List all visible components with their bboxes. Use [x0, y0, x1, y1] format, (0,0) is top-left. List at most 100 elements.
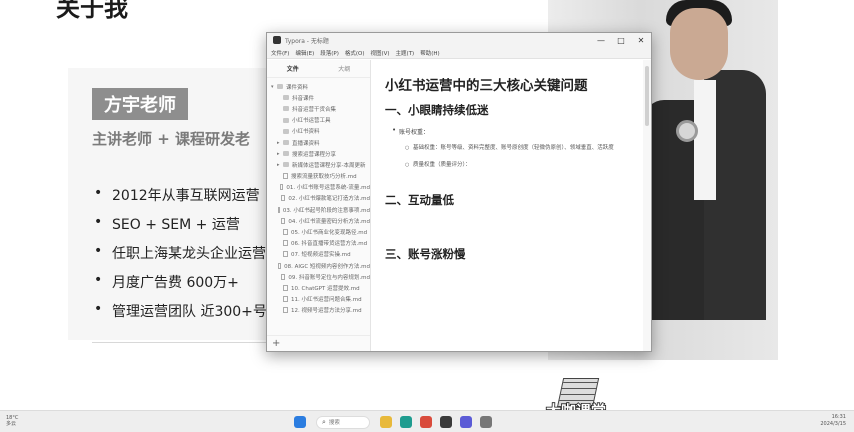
file-tree-item[interactable]: 抖音课件 [267, 92, 370, 103]
typora-app-icon [273, 36, 281, 44]
file-tree-label: 07. 短视频运营实操.md [291, 252, 351, 259]
file-tree-item[interactable]: 小红书运营工具 [267, 115, 370, 126]
editor-scrollbar[interactable] [643, 60, 651, 351]
folder-icon [283, 106, 289, 112]
file-tree-label: 10. ChatGPT 运营提效.md [291, 285, 360, 292]
file-tree-item[interactable]: 10. ChatGPT 运营提效.md [267, 282, 370, 293]
tab-files[interactable]: 文件 [267, 64, 319, 73]
file-tree-label: 搜索流量获取技巧分析.md [291, 174, 357, 181]
file-tree-label: 抖音运营干货合集 [292, 106, 337, 113]
search-placeholder: 搜索 [328, 420, 340, 426]
bullet-item: 2012年从事互联网运营 [92, 185, 267, 214]
file-tree-label: 11. 小红书运营问题合集.md [291, 297, 362, 304]
bullet-item: 月度广告费 600万+ [92, 272, 267, 301]
file-tree-item[interactable]: 12. 视频号运营方法分享.md [267, 305, 370, 316]
file-tree-item[interactable]: 搜索流量获取技巧分析.md [267, 171, 370, 182]
file-tree-item[interactable]: 02. 小红书爆款笔记打造方法.md [267, 193, 370, 204]
folder-icon [277, 84, 283, 90]
speaker-name-badge: 方宇老师 [92, 88, 188, 120]
scrollbar-thumb[interactable] [645, 66, 649, 126]
minimize-button[interactable]: — [591, 33, 611, 47]
add-file-icon[interactable]: + [272, 338, 280, 349]
file-tree-label: 05. 小红书商业化变现路径.md [291, 230, 368, 237]
file-tree-item[interactable]: ▸ 直播课资料 [267, 137, 370, 148]
weather-desc: 多云 [6, 421, 17, 427]
menu-paragraph[interactable]: 段落(P) [320, 49, 339, 57]
typora-window[interactable]: Typora - 无标题 — □ ✕ 文件(F) 编辑(E) 段落(P) 格式(… [266, 32, 652, 352]
tab-outline[interactable]: 大纲 [319, 64, 371, 73]
menu-view[interactable]: 视图(V) [370, 49, 389, 57]
taskbar-apps: ⌕ 搜索 [290, 413, 496, 431]
file-tree-item[interactable]: 08. AIGC 短视频内容创作方法.md [267, 260, 370, 271]
chrome-browser-icon[interactable] [420, 416, 432, 428]
speaker-bullet-list: 2012年从事互联网运营 SEO + SEM + 运营 任职上海某龙头企业运营 … [92, 185, 267, 330]
document-icon [283, 229, 288, 236]
file-tree-item[interactable]: 01. 小红书账号运营系统-流量.md [267, 182, 370, 193]
file-tree-item[interactable]: 03. 小红书起号阶段的注意事项.md [267, 204, 370, 215]
file-tree-item[interactable]: 11. 小红书运营问题合集.md [267, 294, 370, 305]
menu-file[interactable]: 文件(F) [271, 49, 289, 57]
file-tree-label: 04. 小红书流量密码分析方法.md [288, 218, 370, 225]
document-title[interactable]: 小红书运营中的三大核心关键问题 [385, 74, 633, 94]
section-heading[interactable]: 二、互动量低 [385, 192, 633, 208]
document-icon [278, 262, 282, 269]
file-sidebar: 文件 大纲 ▾ 课件资料抖音课件抖音运营干货合集 小红书运营工具 小红书资料 ▸ 直播课资… [267, 60, 371, 351]
file-tree-item[interactable]: 06. 抖音直播带货运营方法.md [267, 238, 370, 249]
clock-date: 2024/3/15 [820, 421, 846, 427]
menu-help[interactable]: 帮助(H) [420, 49, 439, 57]
markdown-editor[interactable]: 小红书运营中的三大核心关键问题 一、小眼睛持续低迷 账号权重： 基础权重：账号等… [371, 60, 643, 351]
document-icon [281, 273, 286, 280]
slide-heading: 关于我 [56, 0, 128, 22]
list-item[interactable]: 账号权重： [392, 126, 633, 136]
folder-icon [283, 162, 289, 168]
search-icon: ⌕ [322, 417, 326, 426]
document-icon [277, 206, 280, 213]
document-icon [283, 284, 288, 291]
folder-icon [283, 128, 289, 134]
section-heading[interactable]: 一、小眼睛持续低迷 [385, 102, 633, 118]
document-icon [283, 251, 288, 258]
taskbar-search[interactable]: ⌕ 搜索 [316, 415, 370, 429]
file-tree-label: 06. 抖音直播带货运营方法.md [291, 241, 368, 248]
file-tree-label: 直播课资料 [292, 140, 320, 147]
file-tree-label: 12. 视频号运营方法分享.md [291, 308, 362, 315]
file-tree-label: 03. 小红书起号阶段的注意事项.md [282, 207, 370, 214]
file-tree-item[interactable]: 05. 小红书商业化变现路径.md [267, 226, 370, 237]
file-tree-item[interactable]: 09. 抖音账号定位与内容规划.md [267, 271, 370, 282]
windows-taskbar: 18°C 多云 ⌕ 搜索 16:31 2024/3/15 [0, 410, 854, 432]
weather-widget[interactable]: 18°C 多云 [6, 415, 18, 427]
edge-browser-icon[interactable] [400, 416, 412, 428]
menu-bar: 文件(F) 编辑(E) 段落(P) 格式(O) 视图(V) 主题(T) 帮助(H… [267, 47, 651, 59]
video-app-icon[interactable] [460, 416, 472, 428]
typora-icon[interactable] [440, 416, 452, 428]
menu-edit[interactable]: 编辑(E) [295, 49, 314, 57]
menu-theme[interactable]: 主题(T) [396, 49, 415, 57]
file-tree-item[interactable]: 04. 小红书流量密码分析方法.md [267, 215, 370, 226]
window-titlebar[interactable]: Typora - 无标题 — □ ✕ [267, 33, 651, 47]
file-tree-item[interactable]: ▸ 搜索运营课程分享 [267, 148, 370, 159]
file-tree-item[interactable]: 小红书资料 [267, 126, 370, 137]
file-tree-label: 小红书资料 [292, 129, 320, 136]
file-tree-label: 抖音课件 [292, 95, 315, 102]
sub-list-item[interactable]: 基础权重：账号等级、资料完整度、账号原创度（轻微伪原创）、领域垂直、活跃度 [405, 144, 633, 153]
file-tree-item[interactable]: 抖音运营干货合集 [267, 103, 370, 114]
file-explorer-icon[interactable] [380, 416, 392, 428]
folder-icon [283, 151, 289, 157]
maximize-button[interactable]: □ [611, 33, 631, 47]
sub-list-item[interactable]: 质量权重（质量评分）： [405, 161, 633, 170]
close-button[interactable]: ✕ [631, 33, 651, 47]
clock-time: 16:31 [831, 414, 846, 420]
folder-icon [283, 117, 289, 123]
file-tree-label: 搜索运营课程分享 [292, 151, 337, 158]
file-tree-label: 小红书运营工具 [292, 118, 331, 125]
file-tree: ▾ 课件资料抖音课件抖音运营干货合集 小红书运营工具 小红书资料 ▸ 直播课资料 ▸ 搜索运营… [267, 78, 370, 316]
media-player-icon[interactable] [480, 416, 492, 428]
system-tray-clock[interactable]: 16:31 2024/3/15 [820, 414, 846, 428]
menu-format[interactable]: 格式(O) [345, 49, 365, 57]
file-tree-label: 01. 小红书账号运营系统-流量.md [286, 185, 370, 192]
windows-start-icon[interactable] [294, 416, 306, 428]
file-tree-item[interactable]: 07. 短视频运营实操.md [267, 249, 370, 260]
section-heading[interactable]: 三、账号涨粉慢 [385, 246, 633, 262]
file-tree-item[interactable]: ▾ 课件资料 [267, 81, 370, 92]
file-tree-item[interactable]: ▸ 新媒体运营课程分享-本周更新 [267, 159, 370, 170]
